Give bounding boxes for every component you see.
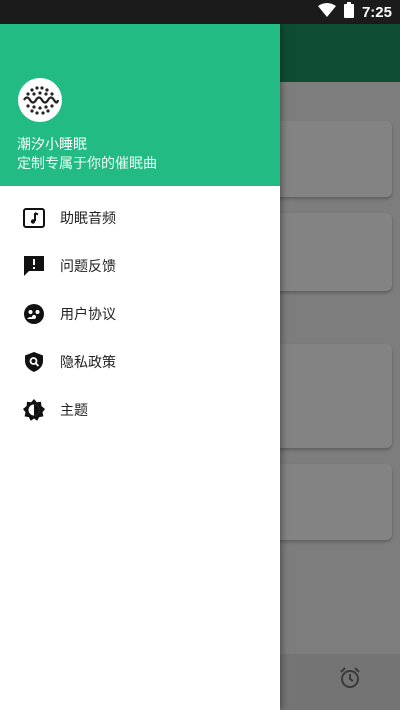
menu-item-label: 用户协议 [60, 307, 116, 323]
menu-item-privacy-policy[interactable]: 隐私政策 [0, 338, 280, 386]
menu-item-label: 主题 [60, 403, 88, 419]
alarm-clock-icon [338, 666, 362, 694]
navigation-drawer: 潮汐小睡眠 定制专属于你的催眠曲 助眠音频 问题反馈 用户协议 隐私政策 主题 [0, 24, 280, 710]
background-card [268, 121, 392, 197]
music-note-icon [22, 206, 46, 230]
menu-item-label: 问题反馈 [60, 259, 116, 275]
menu-item-label: 助眠音频 [60, 211, 116, 227]
theme-icon [22, 398, 46, 422]
menu-item-feedback[interactable]: 问题反馈 [0, 242, 280, 290]
background-card [268, 344, 392, 448]
status-icons: 7:25 [317, 0, 392, 24]
menu-item-theme[interactable]: 主题 [0, 386, 280, 434]
battery-icon [343, 2, 354, 22]
privacy-shield-icon [22, 350, 46, 374]
app-name: 潮汐小睡眠 [17, 137, 87, 153]
background-card [268, 213, 392, 291]
agreement-icon [22, 302, 46, 326]
drawer-menu: 助眠音频 问题反馈 用户协议 隐私政策 主题 [0, 194, 280, 434]
wifi-icon [317, 3, 336, 21]
menu-item-label: 隐私政策 [60, 355, 116, 371]
status-time: 7:25 [361, 3, 392, 21]
feedback-icon [22, 254, 46, 278]
status-bar: 7:25 [0, 0, 400, 24]
menu-item-sleep-audio[interactable]: 助眠音频 [0, 194, 280, 242]
background-card [268, 464, 392, 540]
app-tagline: 定制专属于你的催眠曲 [17, 156, 157, 172]
menu-item-user-agreement[interactable]: 用户协议 [0, 290, 280, 338]
app-logo [18, 78, 62, 122]
drawer-header: 潮汐小睡眠 定制专属于你的催眠曲 [0, 24, 280, 186]
